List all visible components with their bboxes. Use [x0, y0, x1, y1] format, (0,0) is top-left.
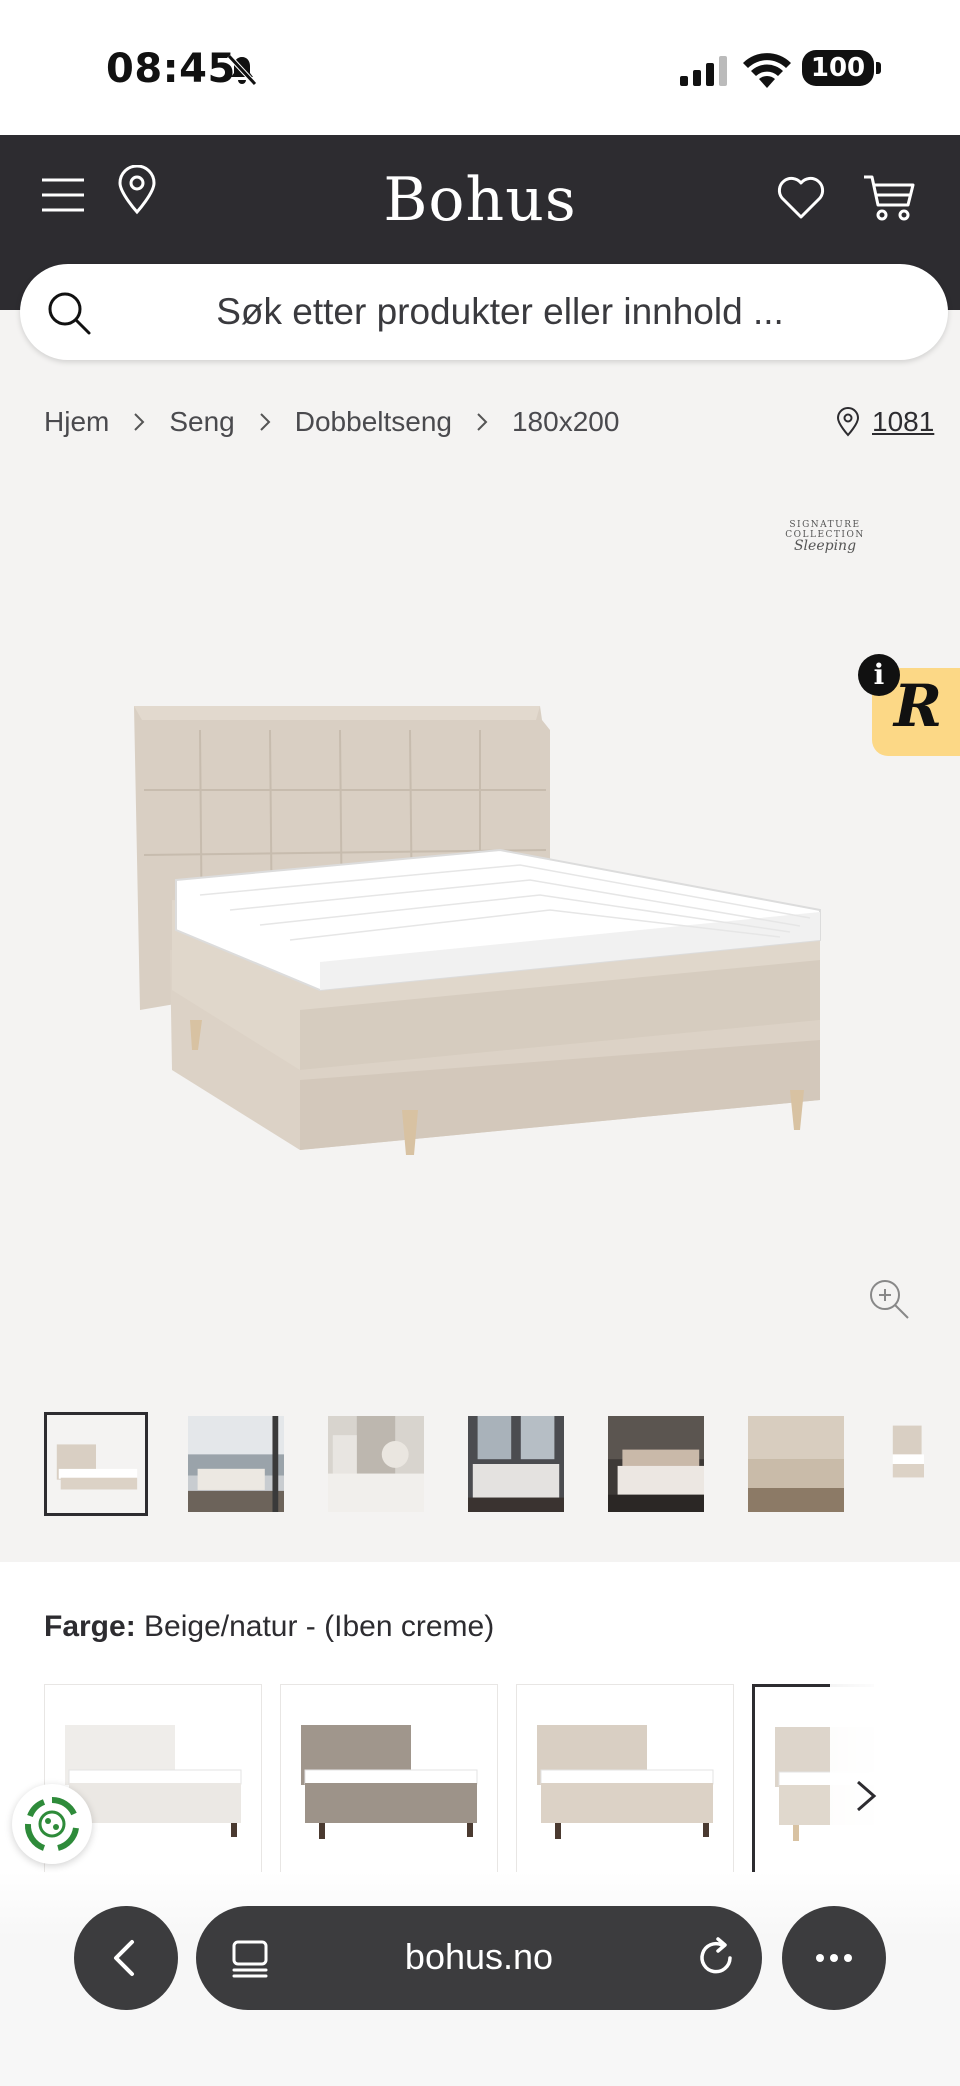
store-number[interactable]: 1081	[872, 406, 934, 438]
thumbnail[interactable]	[468, 1416, 564, 1512]
url-text[interactable]: bohus.no	[196, 1936, 762, 1978]
breadcrumb-item-size[interactable]: 180x200	[512, 406, 619, 438]
chevron-right-icon	[109, 410, 169, 434]
eco-badge[interactable]	[12, 1784, 92, 1864]
color-swatch-list	[44, 1684, 874, 1872]
breadcrumb-item-hjem[interactable]: Hjem	[44, 406, 109, 438]
search-input[interactable]	[130, 288, 870, 336]
thumbnail[interactable]	[608, 1416, 704, 1512]
search-icon[interactable]	[46, 290, 92, 336]
chevron-right-icon[interactable]	[852, 1776, 880, 1816]
store-link[interactable]: 1081	[836, 406, 934, 438]
bell-slash-icon	[227, 54, 257, 86]
reload-icon[interactable]	[694, 1936, 738, 1980]
selected-color: Beige/natur - (Iben creme)	[144, 1610, 495, 1643]
info-icon[interactable]: i	[858, 654, 900, 696]
address-bar[interactable]: bohus.no	[196, 1906, 762, 2010]
more-button[interactable]	[782, 1906, 886, 2010]
thumbnail[interactable]	[888, 1416, 924, 1512]
recycle-icon	[24, 1796, 79, 1851]
breadcrumb-item-dobbeltseng[interactable]: Dobbeltseng	[295, 406, 452, 438]
thumbnail[interactable]	[188, 1416, 284, 1512]
back-button[interactable]	[74, 1906, 178, 2010]
color-swatch[interactable]	[280, 1684, 498, 1872]
heart-icon[interactable]	[776, 175, 826, 221]
thumbnail-strip	[44, 1412, 924, 1518]
chevron-right-icon	[235, 410, 295, 434]
thumbnail[interactable]	[748, 1416, 844, 1512]
breadcrumb: Hjem Seng Dobbeltseng 180x200	[44, 406, 619, 438]
more-icon	[816, 1954, 852, 1962]
thumbnail[interactable]	[44, 1412, 148, 1516]
search-bar	[20, 264, 948, 360]
signal-icon	[680, 56, 727, 86]
wifi-icon	[743, 53, 791, 88]
status-time: 08:45	[106, 46, 236, 92]
breadcrumb-item-seng[interactable]: Seng	[169, 406, 234, 438]
product-main-image[interactable]	[120, 690, 840, 1170]
zoom-in-icon[interactable]	[868, 1278, 910, 1320]
color-selector-label: Farge: Beige/natur - (Iben creme)	[44, 1610, 495, 1643]
status-bar: 08:45 100	[0, 0, 960, 135]
location-pin-icon	[836, 407, 860, 437]
battery-icon: 100	[802, 50, 881, 86]
cart-icon[interactable]	[862, 173, 916, 221]
thumbnail[interactable]	[328, 1416, 424, 1512]
chevron-right-icon	[452, 410, 512, 434]
color-swatch[interactable]	[516, 1684, 734, 1872]
back-chevron-icon	[114, 1940, 134, 1976]
signature-collection-logo: SIGNATURE COLLECTION Sleeping	[785, 520, 865, 554]
